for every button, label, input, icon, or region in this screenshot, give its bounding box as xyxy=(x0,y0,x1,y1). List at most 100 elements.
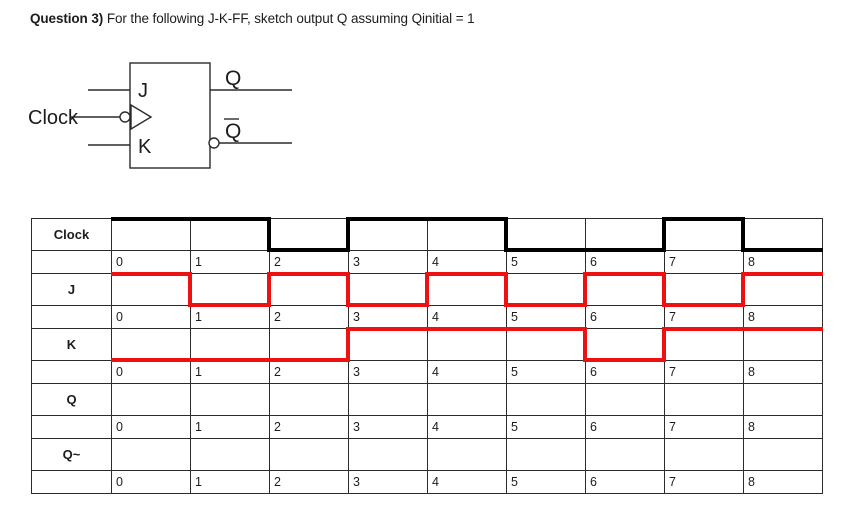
q-cell-3[interactable] xyxy=(348,383,428,416)
num-clk-4: 4 xyxy=(427,250,507,274)
num-clk-8: 8 xyxy=(743,250,823,274)
row-label-blank-2 xyxy=(31,305,112,329)
schematic-label-q: Q xyxy=(225,67,241,90)
k-cell-0 xyxy=(111,328,191,362)
num-q-3: 3 xyxy=(348,415,428,439)
q-cell-7[interactable] xyxy=(664,383,744,416)
row-q-wave: Q xyxy=(31,383,823,416)
schematic-label-qbar: Q xyxy=(225,120,241,143)
clock-cell-2 xyxy=(269,217,350,252)
q-cell-0[interactable] xyxy=(111,383,191,416)
k-cell-2 xyxy=(269,327,350,362)
row-numbers-q: 0 1 2 3 4 5 6 7 8 xyxy=(31,415,823,439)
qbar-bubble-icon xyxy=(208,137,220,149)
k-cell-7 xyxy=(664,327,744,361)
q-cell-6[interactable] xyxy=(585,383,665,416)
num-q-7: 7 xyxy=(664,415,744,439)
num-j-5: 5 xyxy=(506,305,586,329)
row-clock-wave: Clock xyxy=(31,217,823,252)
num-k-4: 4 xyxy=(427,360,507,384)
qbar-cell-4[interactable] xyxy=(427,438,507,471)
num-k-3: 3 xyxy=(348,360,428,384)
row-numbers-qbar: 0 1 2 3 4 5 6 7 8 xyxy=(31,470,823,494)
clock-cell-3 xyxy=(348,217,428,251)
clock-cell-7 xyxy=(664,217,745,252)
j-cell-8 xyxy=(743,272,823,306)
q-cell-1[interactable] xyxy=(190,383,270,416)
num-qbar-0: 0 xyxy=(111,470,191,494)
clock-cell-1 xyxy=(190,217,271,252)
k-cell-1 xyxy=(190,328,270,362)
row-label-j: J xyxy=(31,273,112,306)
row-numbers-k: 0 1 2 3 4 5 6 7 8 xyxy=(31,360,823,384)
num-q-5: 5 xyxy=(506,415,586,439)
qbar-cell-8[interactable] xyxy=(743,438,823,471)
q-cell-8[interactable] xyxy=(743,383,823,416)
num-k-8: 8 xyxy=(743,360,823,384)
qbar-cell-5[interactable] xyxy=(506,438,586,471)
num-qbar-1: 1 xyxy=(190,470,270,494)
num-k-7: 7 xyxy=(664,360,744,384)
num-j-7: 7 xyxy=(664,305,744,329)
row-label-q: Q xyxy=(31,383,112,416)
row-k-wave: K xyxy=(31,327,823,362)
q-cell-5[interactable] xyxy=(506,383,586,416)
num-clk-5: 5 xyxy=(506,250,586,274)
clock-cell-6 xyxy=(585,217,666,252)
num-clk-0: 0 xyxy=(111,250,191,274)
clock-cell-4 xyxy=(427,217,508,252)
row-numbers-j: 0 1 2 3 4 5 6 7 8 xyxy=(31,305,823,329)
qbar-cell-3[interactable] xyxy=(348,438,428,471)
num-qbar-6: 6 xyxy=(585,470,665,494)
num-j-3: 3 xyxy=(348,305,428,329)
timing-diagram-table: Clock 0 1 2 3 4 5 6 7 8 J 0 1 2 3 4 5 6 … xyxy=(31,217,823,494)
num-j-1: 1 xyxy=(190,305,270,329)
qbar-cell-6[interactable] xyxy=(585,438,665,471)
schematic-label-j: J xyxy=(138,80,148,102)
qbar-cell-2[interactable] xyxy=(269,438,349,471)
k-cell-5 xyxy=(506,327,587,362)
num-j-0: 0 xyxy=(111,305,191,329)
clock-bubble-icon xyxy=(119,111,131,123)
num-k-5: 5 xyxy=(506,360,586,384)
row-label-blank-1 xyxy=(31,250,112,274)
num-q-6: 6 xyxy=(585,415,665,439)
j-cell-4 xyxy=(427,272,508,307)
num-clk-3: 3 xyxy=(348,250,428,274)
j-cell-2 xyxy=(269,272,350,307)
num-k-6: 6 xyxy=(585,360,665,384)
clock-cell-8 xyxy=(743,218,823,252)
num-qbar-8: 8 xyxy=(743,470,823,494)
j-cell-5 xyxy=(506,272,587,307)
num-qbar-4: 4 xyxy=(427,470,507,494)
num-qbar-7: 7 xyxy=(664,470,744,494)
num-j-2: 2 xyxy=(269,305,349,329)
row-label-blank-4 xyxy=(31,415,112,439)
num-q-4: 4 xyxy=(427,415,507,439)
num-qbar-2: 2 xyxy=(269,470,349,494)
j-cell-7 xyxy=(664,272,745,307)
j-cell-6 xyxy=(585,272,666,307)
num-q-0: 0 xyxy=(111,415,191,439)
question-number: Question 3) xyxy=(30,11,104,26)
num-qbar-5: 5 xyxy=(506,470,586,494)
row-label-k: K xyxy=(31,328,112,361)
question-prompt: Question 3) For the following J-K-FF, sk… xyxy=(30,11,475,26)
q-cell-2[interactable] xyxy=(269,383,349,416)
row-numbers-clock: 0 1 2 3 4 5 6 7 8 xyxy=(31,250,823,274)
qbar-cell-7[interactable] xyxy=(664,438,744,471)
num-q-1: 1 xyxy=(190,415,270,439)
q-cell-4[interactable] xyxy=(427,383,507,416)
num-clk-6: 6 xyxy=(585,250,665,274)
k-cell-3 xyxy=(348,327,428,361)
num-j-8: 8 xyxy=(743,305,823,329)
k-cell-8 xyxy=(743,327,823,361)
jk-flipflop-schematic: Clock J K Q Q xyxy=(20,55,340,185)
row-label-clock: Clock xyxy=(31,218,112,251)
qbar-cell-0[interactable] xyxy=(111,438,191,471)
row-label-blank-5 xyxy=(31,470,112,494)
num-k-1: 1 xyxy=(190,360,270,384)
num-clk-1: 1 xyxy=(190,250,270,274)
clock-triangle-icon xyxy=(130,103,153,131)
qbar-cell-1[interactable] xyxy=(190,438,270,471)
